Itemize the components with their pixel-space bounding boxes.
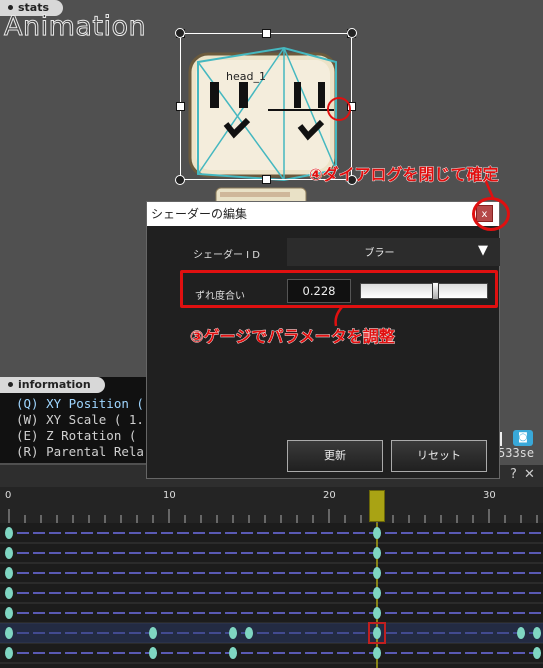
update-button[interactable]: 更新 [287,440,383,472]
mode-title: Animation [3,11,147,43]
ruler-ticks [8,509,538,523]
help-icon[interactable]: ? [510,467,517,482]
rotate-handle-bl[interactable] [175,175,185,185]
annotation-close-note: ④ダイアログを閉じて確定 [309,165,499,185]
highlight-circle-close [472,197,510,231]
edge-handle-left[interactable] [176,102,185,111]
info-line-rotation: (E) Z Rotation ( [16,428,137,443]
bullet-icon [8,381,13,387]
playhead-handle[interactable] [369,490,385,522]
info-line-position: (Q) XY Position ( [16,396,144,411]
close-timeline-icon[interactable]: ✕ [524,467,535,482]
dropdown-arrow-icon: ▼ [478,243,488,258]
bullet-icon [8,4,13,10]
app-window: stats Animation head_1 information (Q) X… [0,0,543,668]
highlight-circle-pivot [327,97,351,121]
highlight-box-gauge [180,270,498,308]
camera-icon[interactable]: ◙ [513,430,533,446]
rotate-handle-tl[interactable] [175,28,185,38]
annotation-gauge-note: ③ゲージでパラメータを調整 [190,327,396,347]
shader-id-value: ブラー [364,248,395,259]
rotate-handle-tr[interactable] [347,28,357,38]
information-panel: information (Q) XY Position ( (W) XY Sca… [0,377,148,463]
dialog-title: シェーダーの編集 [147,202,499,226]
shader-id-dropdown[interactable]: ブラー ▼ [287,238,500,266]
timeline-tracks[interactable] [0,523,543,668]
information-tab[interactable]: information [0,377,105,393]
info-line-scale: (W) XY Scale ( 1. [16,412,144,427]
info-line-parental: (R) Parental Rela [16,444,144,459]
edge-handle-bottom[interactable] [262,175,271,184]
status-readout: 533se [498,446,535,460]
edge-handle-top[interactable] [262,29,271,38]
timeline-ruler[interactable]: 0 10 20 30 [0,487,543,523]
shader-id-label: シェーダー I D [193,250,261,261]
reset-button[interactable]: リセット [391,440,487,472]
track-grid [0,523,543,668]
